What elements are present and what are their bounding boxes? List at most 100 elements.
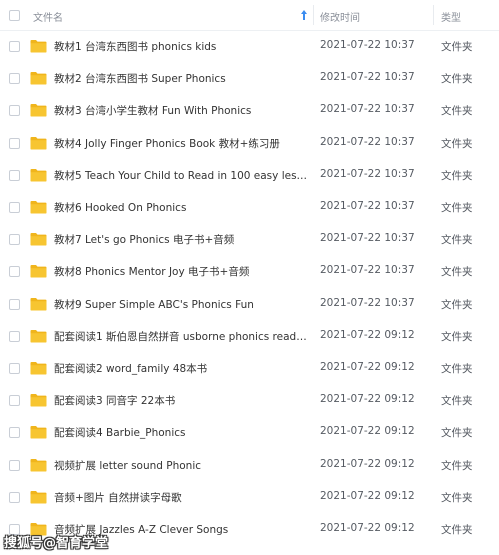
select-all-checkbox[interactable] bbox=[9, 10, 20, 21]
file-row[interactable]: 教材2 台湾东西图书 Super Phonics 2021-07-22 10:37… bbox=[0, 63, 499, 95]
file-row[interactable]: 教材3 台湾小学生教材 Fun With Phonics 2021-07-22 1… bbox=[0, 95, 499, 127]
column-header-name[interactable]: 文件名 bbox=[33, 9, 63, 24]
row-checkbox[interactable] bbox=[9, 491, 20, 503]
file-row[interactable]: 音频+图片 自然拼读字母歌 2021-07-22 09:12 文件夹 bbox=[0, 482, 499, 514]
file-type: 文件夹 bbox=[441, 169, 473, 182]
modified-time: 2021-07-22 09:12 bbox=[320, 393, 415, 406]
file-name[interactable]: 音频+图片 自然拼读字母歌 bbox=[54, 490, 312, 505]
file-name[interactable]: 教材8 Phonics Mentor Joy 电子书+音频 bbox=[54, 264, 312, 279]
file-name[interactable]: 配套阅读3 同音字 22本书 bbox=[54, 393, 312, 408]
file-row[interactable]: 配套阅读2 word_family 48本书 2021-07-22 09:12 文件… bbox=[0, 353, 499, 385]
file-row[interactable]: 教材7 Let's go Phonics 电子书+音频 2021-07-22 10… bbox=[0, 224, 499, 256]
file-row[interactable]: 教材9 Super Simple ABC's Phonics Fun 2021-0… bbox=[0, 289, 499, 321]
file-name[interactable]: 教材2 台湾东西图书 Super Phonics bbox=[54, 71, 312, 86]
modified-time: 2021-07-22 09:12 bbox=[320, 522, 415, 534]
folder-icon bbox=[30, 72, 47, 85]
row-checkbox[interactable] bbox=[9, 298, 20, 310]
folder-icon bbox=[30, 201, 47, 214]
row-checkbox[interactable] bbox=[9, 395, 20, 407]
folder-icon bbox=[30, 168, 47, 182]
modified-time: 2021-07-22 10:37 bbox=[320, 71, 415, 84]
row-checkbox[interactable] bbox=[9, 169, 20, 181]
modified-time: 2021-07-22 09:12 bbox=[320, 328, 415, 341]
file-name[interactable]: 教材9 Super Simple ABC's Phonics Fun bbox=[54, 297, 312, 312]
row-checkbox[interactable] bbox=[9, 363, 20, 374]
row-checkbox[interactable] bbox=[9, 330, 20, 342]
watermark: 搜狐号@智育学堂 bbox=[4, 536, 109, 551]
folder-icon bbox=[30, 490, 47, 504]
file-name[interactable]: 教材5 Teach Your Child to Read in 100 easy… bbox=[54, 168, 312, 183]
file-name[interactable]: 教材7 Let's go Phonics 电子书+音频 bbox=[54, 232, 312, 247]
folder-icon bbox=[30, 40, 47, 53]
file-row[interactable]: 配套阅读4 Barbie_Phonics 2021-07-22 09:12 文件夹 bbox=[0, 417, 499, 449]
file-type: 文件夹 bbox=[441, 105, 473, 118]
file-name[interactable]: 教材6 Hooked On Phonics bbox=[54, 200, 312, 215]
row-checkbox[interactable] bbox=[9, 41, 20, 52]
file-type: 文件夹 bbox=[441, 298, 473, 311]
folder-icon bbox=[30, 104, 47, 117]
file-row[interactable]: 配套阅读3 同音字 22本书 2021-07-22 09:12 文件夹 bbox=[0, 385, 499, 417]
file-type: 文件夹 bbox=[441, 41, 473, 53]
folder-icon bbox=[30, 329, 47, 343]
modified-time: 2021-07-22 10:37 bbox=[320, 200, 415, 212]
file-name[interactable]: 教材4 Jolly Finger Phonics Book 教材+练习册 bbox=[54, 136, 312, 151]
file-type: 文件夹 bbox=[441, 266, 473, 279]
file-type: 文件夹 bbox=[441, 395, 473, 408]
file-type: 文件夹 bbox=[441, 363, 473, 375]
file-type: 文件夹 bbox=[441, 73, 473, 86]
column-divider[interactable] bbox=[433, 5, 434, 25]
folder-icon bbox=[30, 233, 47, 246]
file-row[interactable]: 教材6 Hooked On Phonics 2021-07-22 10:37 文件夹 bbox=[0, 192, 499, 224]
sort-up-arrow-icon[interactable] bbox=[300, 9, 308, 21]
file-type: 文件夹 bbox=[441, 234, 473, 247]
file-name[interactable]: 配套阅读4 Barbie_Phonics bbox=[54, 425, 312, 440]
file-row[interactable]: 教材4 Jolly Finger Phonics Book 教材+练习册 2021… bbox=[0, 128, 499, 160]
column-header-type[interactable]: 类型 bbox=[441, 9, 461, 24]
file-name[interactable]: 教材1 台湾东西图书 phonics kids bbox=[54, 39, 312, 54]
file-row[interactable]: 教材1 台湾东西图书 phonics kids 2021-07-22 10:37 文… bbox=[0, 31, 499, 63]
folder-icon bbox=[30, 297, 47, 311]
file-type: 文件夹 bbox=[441, 491, 473, 504]
modified-time: 2021-07-22 10:37 bbox=[320, 264, 415, 277]
modified-time: 2021-07-22 10:37 bbox=[320, 167, 415, 180]
row-checkbox[interactable] bbox=[9, 459, 20, 471]
file-type: 文件夹 bbox=[441, 427, 473, 440]
modified-time: 2021-07-22 10:37 bbox=[320, 296, 415, 309]
modified-time: 2021-07-22 09:12 bbox=[320, 489, 415, 502]
file-type: 文件夹 bbox=[441, 330, 473, 343]
folder-icon bbox=[30, 265, 47, 278]
file-name[interactable]: 配套阅读1 斯伯恩自然拼音 usborne phonics readers 1.… bbox=[54, 329, 312, 344]
modified-time: 2021-07-22 09:12 bbox=[320, 361, 415, 373]
folder-icon bbox=[30, 426, 47, 439]
column-divider[interactable] bbox=[313, 5, 314, 25]
row-checkbox[interactable] bbox=[9, 73, 20, 85]
row-checkbox[interactable] bbox=[9, 105, 20, 117]
modified-time: 2021-07-22 09:12 bbox=[320, 457, 415, 470]
row-checkbox[interactable] bbox=[9, 266, 20, 278]
folder-icon bbox=[30, 136, 47, 150]
modified-time: 2021-07-22 09:12 bbox=[320, 425, 415, 438]
modified-time: 2021-07-22 10:37 bbox=[320, 135, 415, 148]
file-name[interactable]: 配套阅读2 word_family 48本书 bbox=[54, 361, 312, 376]
file-name[interactable]: 教材3 台湾小学生教材 Fun With Phonics bbox=[54, 103, 312, 118]
folder-icon bbox=[30, 458, 47, 472]
column-header-modified-time[interactable]: 修改时间 bbox=[320, 9, 360, 24]
file-name[interactable]: 视频扩展 letter sound Phonic bbox=[54, 458, 312, 473]
file-list-header: 文件名 修改时间 类型 bbox=[0, 0, 499, 31]
folder-icon bbox=[30, 394, 47, 407]
row-checkbox[interactable] bbox=[9, 234, 20, 246]
file-type: 文件夹 bbox=[441, 202, 473, 214]
file-row[interactable]: 教材8 Phonics Mentor Joy 电子书+音频 2021-07-22 … bbox=[0, 256, 499, 288]
row-checkbox[interactable] bbox=[9, 427, 20, 439]
modified-time: 2021-07-22 10:37 bbox=[320, 103, 415, 116]
modified-time: 2021-07-22 10:37 bbox=[320, 232, 415, 245]
file-type: 文件夹 bbox=[441, 459, 473, 472]
file-type: 文件夹 bbox=[441, 524, 473, 536]
row-checkbox[interactable] bbox=[9, 202, 20, 213]
file-row[interactable]: 视频扩展 letter sound Phonic 2021-07-22 09:12… bbox=[0, 450, 499, 482]
modified-time: 2021-07-22 10:37 bbox=[320, 39, 415, 51]
folder-icon bbox=[30, 362, 47, 375]
file-row[interactable]: 配套阅读1 斯伯恩自然拼音 usborne phonics readers 1.… bbox=[0, 321, 499, 353]
row-checkbox[interactable] bbox=[9, 137, 20, 149]
file-row[interactable]: 教材5 Teach Your Child to Read in 100 easy… bbox=[0, 160, 499, 192]
